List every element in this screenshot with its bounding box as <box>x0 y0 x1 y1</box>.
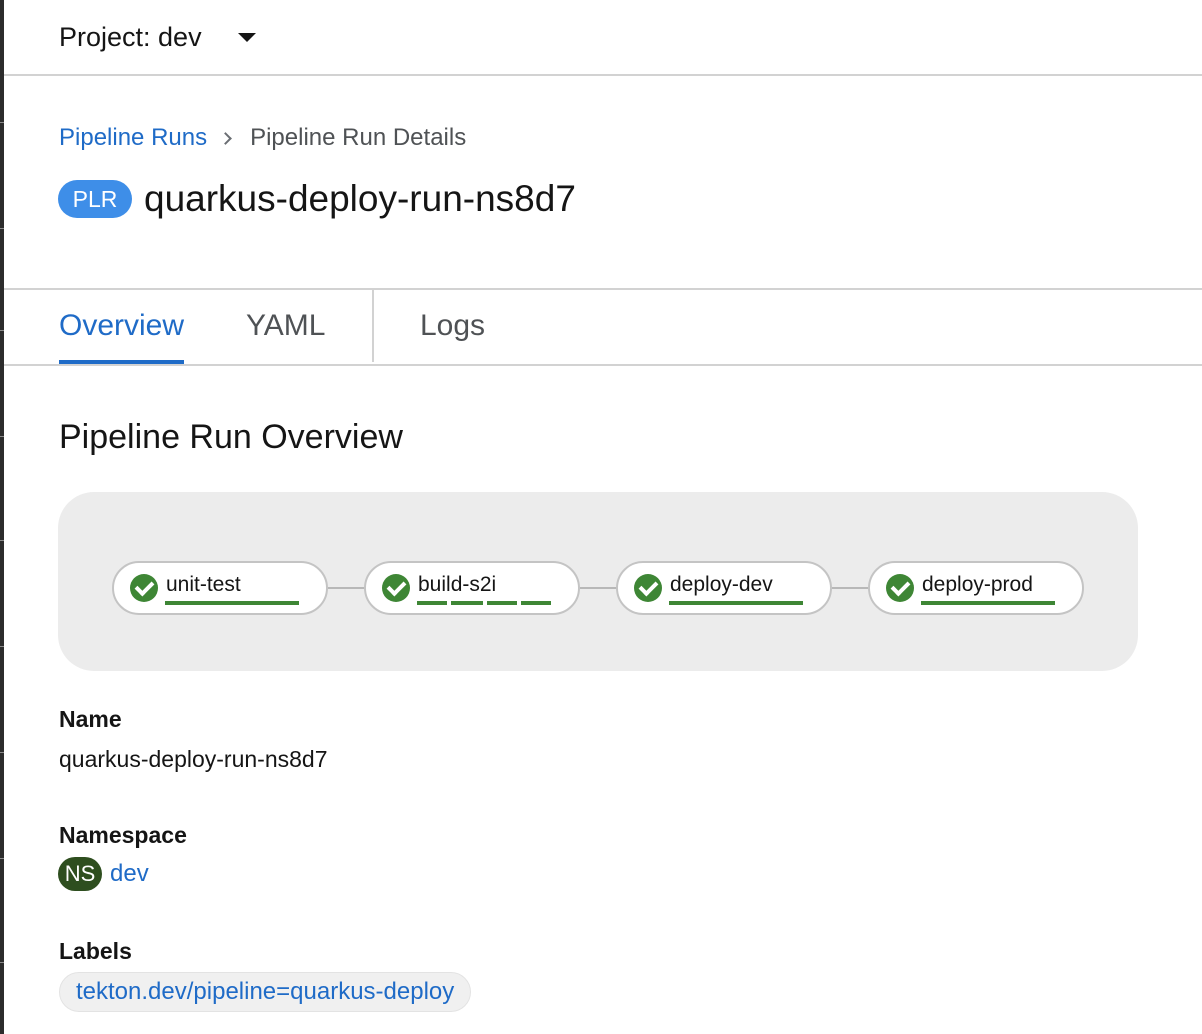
pipeline-task-unit-test[interactable]: unit-test <box>112 561 328 615</box>
task-name: build-s2i <box>418 573 497 596</box>
check-circle-icon <box>382 574 410 602</box>
chevron-right-icon <box>219 131 232 145</box>
step-progress-bar <box>417 601 447 605</box>
tab-logs[interactable]: Logs <box>420 290 485 362</box>
project-bar: Project: dev <box>4 0 1202 76</box>
breadcrumb: Pipeline Runs Pipeline Run Details <box>59 124 466 152</box>
task-progress <box>165 601 303 605</box>
tab-yaml[interactable]: YAML <box>246 290 325 362</box>
step-progress-bar <box>669 601 803 605</box>
task-progress <box>669 601 807 605</box>
breadcrumb-current: Pipeline Run Details <box>250 124 467 151</box>
resource-badge: PLR <box>58 180 132 218</box>
name-value: quarkus-deploy-run-ns8d7 <box>59 746 328 772</box>
pipeline-task-build-s2i[interactable]: build-s2i <box>364 561 580 615</box>
task-name: unit-test <box>166 573 241 596</box>
task-connector <box>328 587 366 589</box>
labels-label: Labels <box>59 938 132 964</box>
step-progress-bar <box>521 601 551 605</box>
pipeline-task-deploy-prod[interactable]: deploy-prod <box>868 561 1084 615</box>
task-progress <box>417 601 555 605</box>
project-dropdown[interactable]: Project: dev <box>59 18 256 56</box>
check-circle-icon <box>886 574 914 602</box>
name-label: Name <box>59 706 122 732</box>
namespace-value: NS dev <box>58 857 149 891</box>
label-chip[interactable]: tekton.dev/pipeline=quarkus-deploy <box>59 972 472 1012</box>
task-connector <box>832 587 870 589</box>
namespace-label: Namespace <box>59 822 187 848</box>
task-connector <box>580 587 618 589</box>
step-progress-bar <box>451 601 483 605</box>
left-nav-edge <box>0 0 4 1034</box>
pipeline-run-details-page: Project: dev Pipeline Runs Pipeline Run … <box>0 0 1202 1034</box>
caret-down-icon <box>237 32 256 42</box>
step-progress-bar <box>487 601 517 605</box>
task-name: deploy-dev <box>670 573 773 596</box>
namespace-badge: NS <box>58 857 102 891</box>
check-circle-icon <box>634 574 662 602</box>
breadcrumb-link-pipeline-runs[interactable]: Pipeline Runs <box>59 124 207 152</box>
pipeline-task-deploy-dev[interactable]: deploy-dev <box>616 561 832 615</box>
task-name: deploy-prod <box>922 573 1033 596</box>
tab-bar: Overview YAML Logs <box>4 288 1202 366</box>
section-heading: Pipeline Run Overview <box>59 418 403 456</box>
tab-divider <box>372 290 374 362</box>
namespace-link[interactable]: dev <box>110 860 149 888</box>
step-progress-bar <box>921 601 1055 605</box>
check-circle-icon <box>130 574 158 602</box>
page-title: quarkus-deploy-run-ns8d7 <box>144 178 576 219</box>
pipeline-visualization: unit-test build-s2i deploy-dev deploy-pr… <box>58 492 1138 671</box>
tab-overview[interactable]: Overview <box>59 290 185 364</box>
project-label: Project: dev <box>59 21 202 52</box>
task-progress <box>921 601 1059 605</box>
page-header: PLR quarkus-deploy-run-ns8d7 <box>58 178 576 220</box>
step-progress-bar <box>165 601 299 605</box>
